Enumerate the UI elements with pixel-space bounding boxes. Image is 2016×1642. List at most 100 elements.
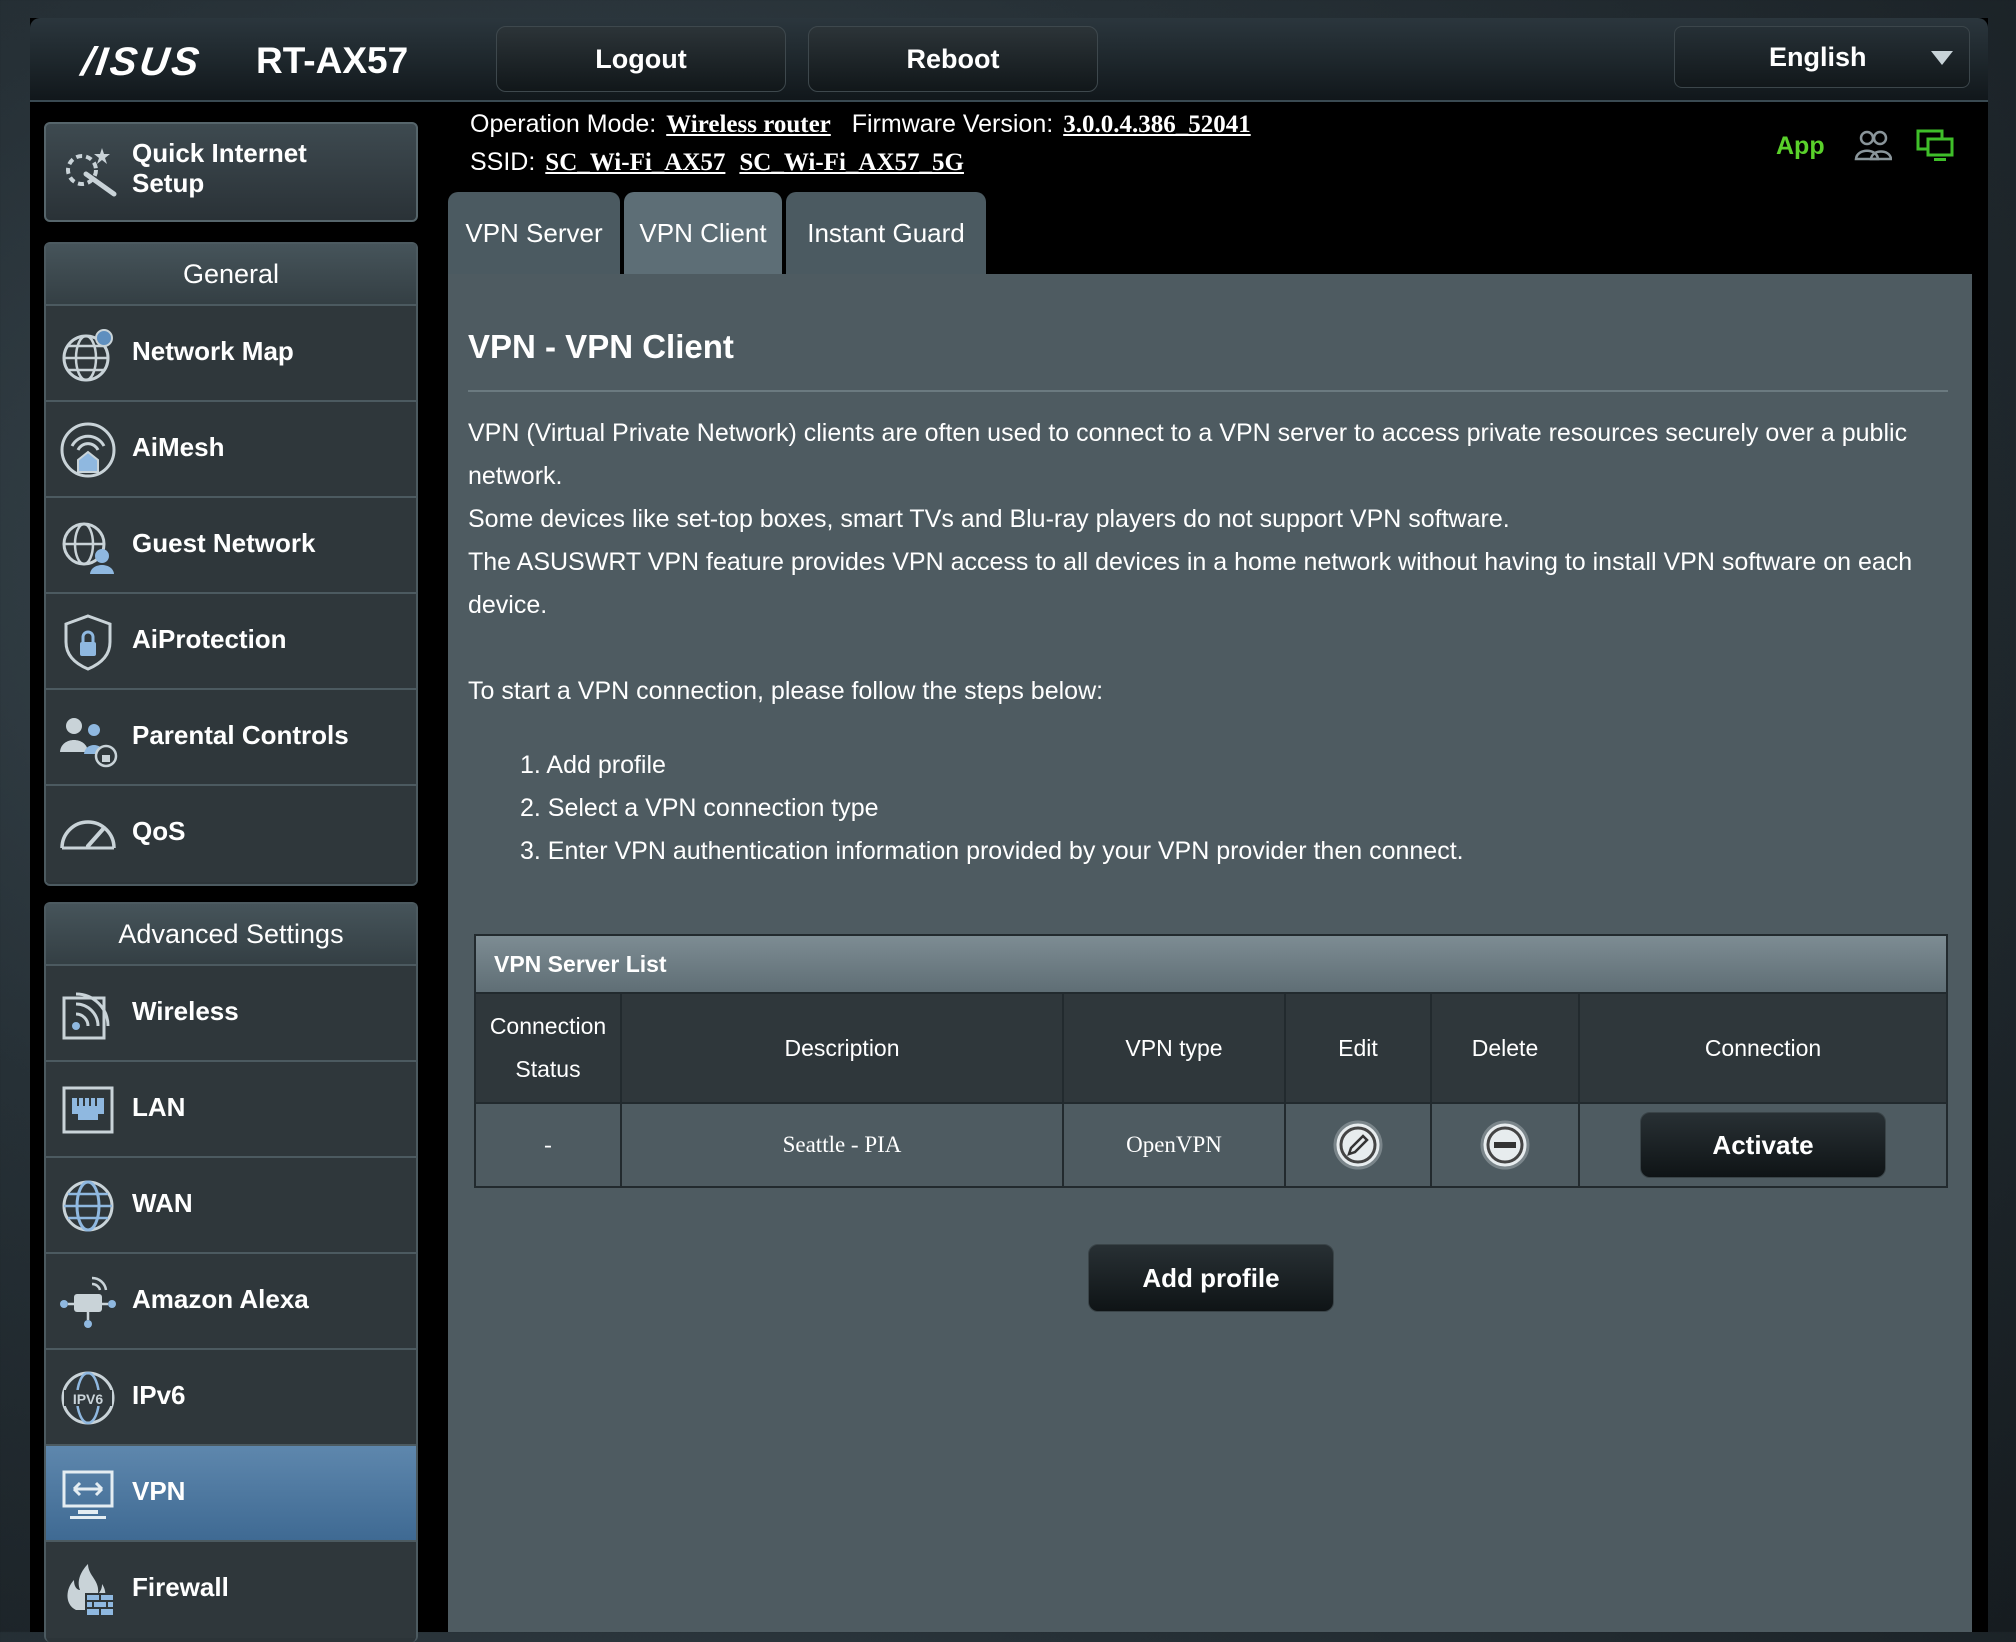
sidebar-item-label: VPN (132, 1476, 186, 1506)
description-paragraph: Some devices like set-top boxes, smart T… (468, 505, 1510, 533)
edit-cell (1286, 1104, 1432, 1186)
sidebar-item-label: QoS (132, 816, 186, 846)
operation-mode-label: Operation Mode: (470, 110, 657, 138)
language-select[interactable]: English (1674, 26, 1970, 88)
language-value: English (1769, 42, 1867, 72)
ssid-link-2g[interactable]: SC_Wi-Fi_AX57 (545, 149, 725, 176)
sidebar-item-label: LAN (132, 1092, 186, 1122)
aimesh-icon (60, 422, 116, 478)
lan-port-icon (62, 1086, 114, 1134)
network-map-icon (62, 329, 113, 382)
sidebar-general: General Network Map AiMesh Guest Network (44, 242, 418, 886)
steps-list: 1. Add profile 2. Select a VPN connectio… (520, 744, 1464, 873)
svg-text:IPV6: IPV6 (73, 1391, 104, 1407)
tab-vpn-server[interactable]: VPN Server (448, 192, 620, 274)
sidebar-item-label: Firewall (132, 1572, 229, 1602)
description: VPN (Virtual Private Network) clients ar… (468, 412, 1958, 713)
col-connection: Connection (1704, 1034, 1822, 1061)
operation-mode-link[interactable]: Wireless router (666, 111, 831, 138)
sidebar-item-label: AiMesh (132, 432, 225, 462)
sidebar-item-guest-network[interactable]: Guest Network (46, 498, 416, 594)
ipv6-icon: IPV6 (61, 1371, 115, 1425)
table-header-row: Connection Status Description VPN type E… (476, 994, 1946, 1104)
alexa-icon (60, 1276, 116, 1328)
vpn-monitor-icon (62, 1470, 114, 1519)
description-paragraph: The ASUSWRT VPN feature provides VPN acc… (468, 548, 1913, 619)
model-name: RT-AX57 (256, 40, 409, 81)
firmware-link[interactable]: 3.0.0.4.386_52041 (1063, 111, 1251, 138)
quick-setup-wand-icon (66, 148, 117, 197)
wireless-icon (62, 992, 110, 1040)
sidebar-item-label: WAN (132, 1188, 193, 1218)
qos-gauge-icon (60, 820, 116, 850)
sidebar-item-qos[interactable]: QoS (46, 786, 416, 882)
aiprotection-shield-icon (64, 614, 112, 671)
vpn-server-list: VPN Server List Connection Status Descri… (474, 934, 1948, 1188)
col-vpn-type: VPN type (1064, 994, 1286, 1102)
sidebar-item-parental-controls[interactable]: Parental Controls (46, 690, 416, 786)
vpn-server-list-title: VPN Server List (476, 936, 1946, 994)
row-description: Seattle - PIA (622, 1104, 1064, 1186)
parental-controls-icon (60, 718, 118, 768)
steps-intro: To start a VPN connection, please follow… (468, 677, 1104, 705)
wan-globe-icon (62, 1180, 114, 1232)
sidebar-item-vpn[interactable]: VPN (46, 1446, 416, 1542)
sidebar-item-label: Network Map (132, 336, 294, 366)
sidebar-item-firewall[interactable]: Firewall (46, 1542, 416, 1638)
logout-button[interactable]: Logout (496, 26, 786, 92)
table-row: - Seattle - PIA OpenVPN Activate (476, 1104, 1946, 1186)
system-info: Operation Mode: Wireless router Firmware … (470, 110, 1265, 186)
ssid-label: SSID: (470, 148, 536, 176)
activate-button[interactable]: Activate (1640, 1112, 1886, 1178)
sidebar-item-wireless[interactable]: Wireless (46, 966, 416, 1062)
sidebar-item-wan[interactable]: WAN (46, 1158, 416, 1254)
sidebar-advanced: Advanced Settings Wireless LAN WAN Amazo… (44, 902, 418, 1642)
title-divider (468, 390, 1948, 392)
sidebar-item-lan[interactable]: LAN (46, 1062, 416, 1158)
row-vpn-type: OpenVPN (1064, 1104, 1286, 1186)
tab-instant-guard[interactable]: Instant Guard (786, 192, 986, 274)
sidebar-item-aiprotection[interactable]: AiProtection (46, 594, 416, 690)
col-connection-status: Connection Status (476, 994, 622, 1102)
main-panel: VPN - VPN Client VPN (Virtual Private Ne… (448, 274, 1972, 1632)
app-link[interactable]: App (1776, 132, 1825, 161)
guest-network-icon (62, 522, 114, 574)
general-header: General (46, 244, 416, 306)
edit-pencil-icon[interactable] (1332, 1119, 1384, 1171)
tab-vpn-client[interactable]: VPN Client (624, 192, 782, 274)
page-title: VPN - VPN Client (468, 328, 734, 365)
firmware-label: Firmware Version: (851, 110, 1054, 138)
sidebar-item-label: AiProtection (132, 624, 287, 654)
sidebar-item-label: Amazon Alexa (132, 1284, 309, 1314)
col-description: Description (622, 994, 1064, 1102)
advanced-header: Advanced Settings (46, 904, 416, 966)
sidebar-item-label: Wireless (132, 996, 239, 1026)
description-paragraph: VPN (Virtual Private Network) clients ar… (468, 419, 1908, 490)
sidebar-item-ipv6[interactable]: IPV6 IPv6 (46, 1350, 416, 1446)
firewall-icon (67, 1564, 115, 1617)
asus-logo: /ISUS (78, 40, 205, 84)
sidebar-item-label: Parental Controls (132, 720, 349, 750)
row-status: - (476, 1104, 622, 1186)
sidebar-item-label: Guest Network (132, 528, 316, 558)
step-item: 1. Add profile (520, 751, 666, 779)
step-item: 3. Enter VPN authentication information … (520, 837, 1464, 865)
ssid-link-5g[interactable]: SC_Wi-Fi_AX57_5G (739, 149, 964, 176)
chevron-down-icon (1931, 51, 1953, 65)
sidebar-item-aimesh[interactable]: AiMesh (46, 402, 416, 498)
sidebar-item-network-map[interactable]: Network Map (46, 306, 416, 402)
delete-minus-icon[interactable] (1479, 1119, 1531, 1171)
col-delete: Delete (1432, 994, 1580, 1102)
connection-cell: Activate (1580, 1104, 1946, 1186)
add-profile-button[interactable]: Add profile (1088, 1244, 1334, 1312)
users-icon[interactable] (1854, 128, 1892, 162)
reboot-button[interactable]: Reboot (808, 26, 1098, 92)
col-edit: Edit (1286, 994, 1432, 1102)
top-bar: /ISUS RT-AX57 Logout Reboot English (30, 18, 1988, 102)
sidebar-item-label: IPv6 (132, 1380, 186, 1410)
quick-setup-label: Quick Internet Setup (132, 138, 307, 198)
sidebar-item-amazon-alexa[interactable]: Amazon Alexa (46, 1254, 416, 1350)
quick-internet-setup[interactable]: Quick Internet Setup (44, 122, 418, 222)
delete-cell (1432, 1104, 1580, 1186)
monitor-status-icon[interactable] (1916, 128, 1954, 162)
